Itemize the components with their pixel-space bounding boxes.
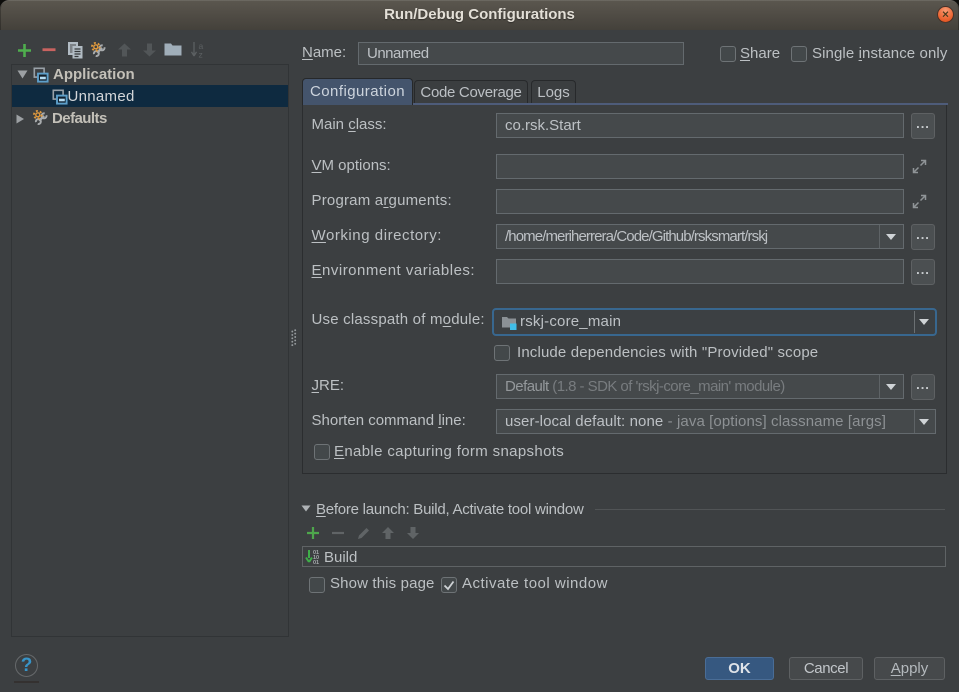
svg-text:z: z [199, 50, 203, 59]
svg-text:01: 01 [313, 560, 319, 564]
